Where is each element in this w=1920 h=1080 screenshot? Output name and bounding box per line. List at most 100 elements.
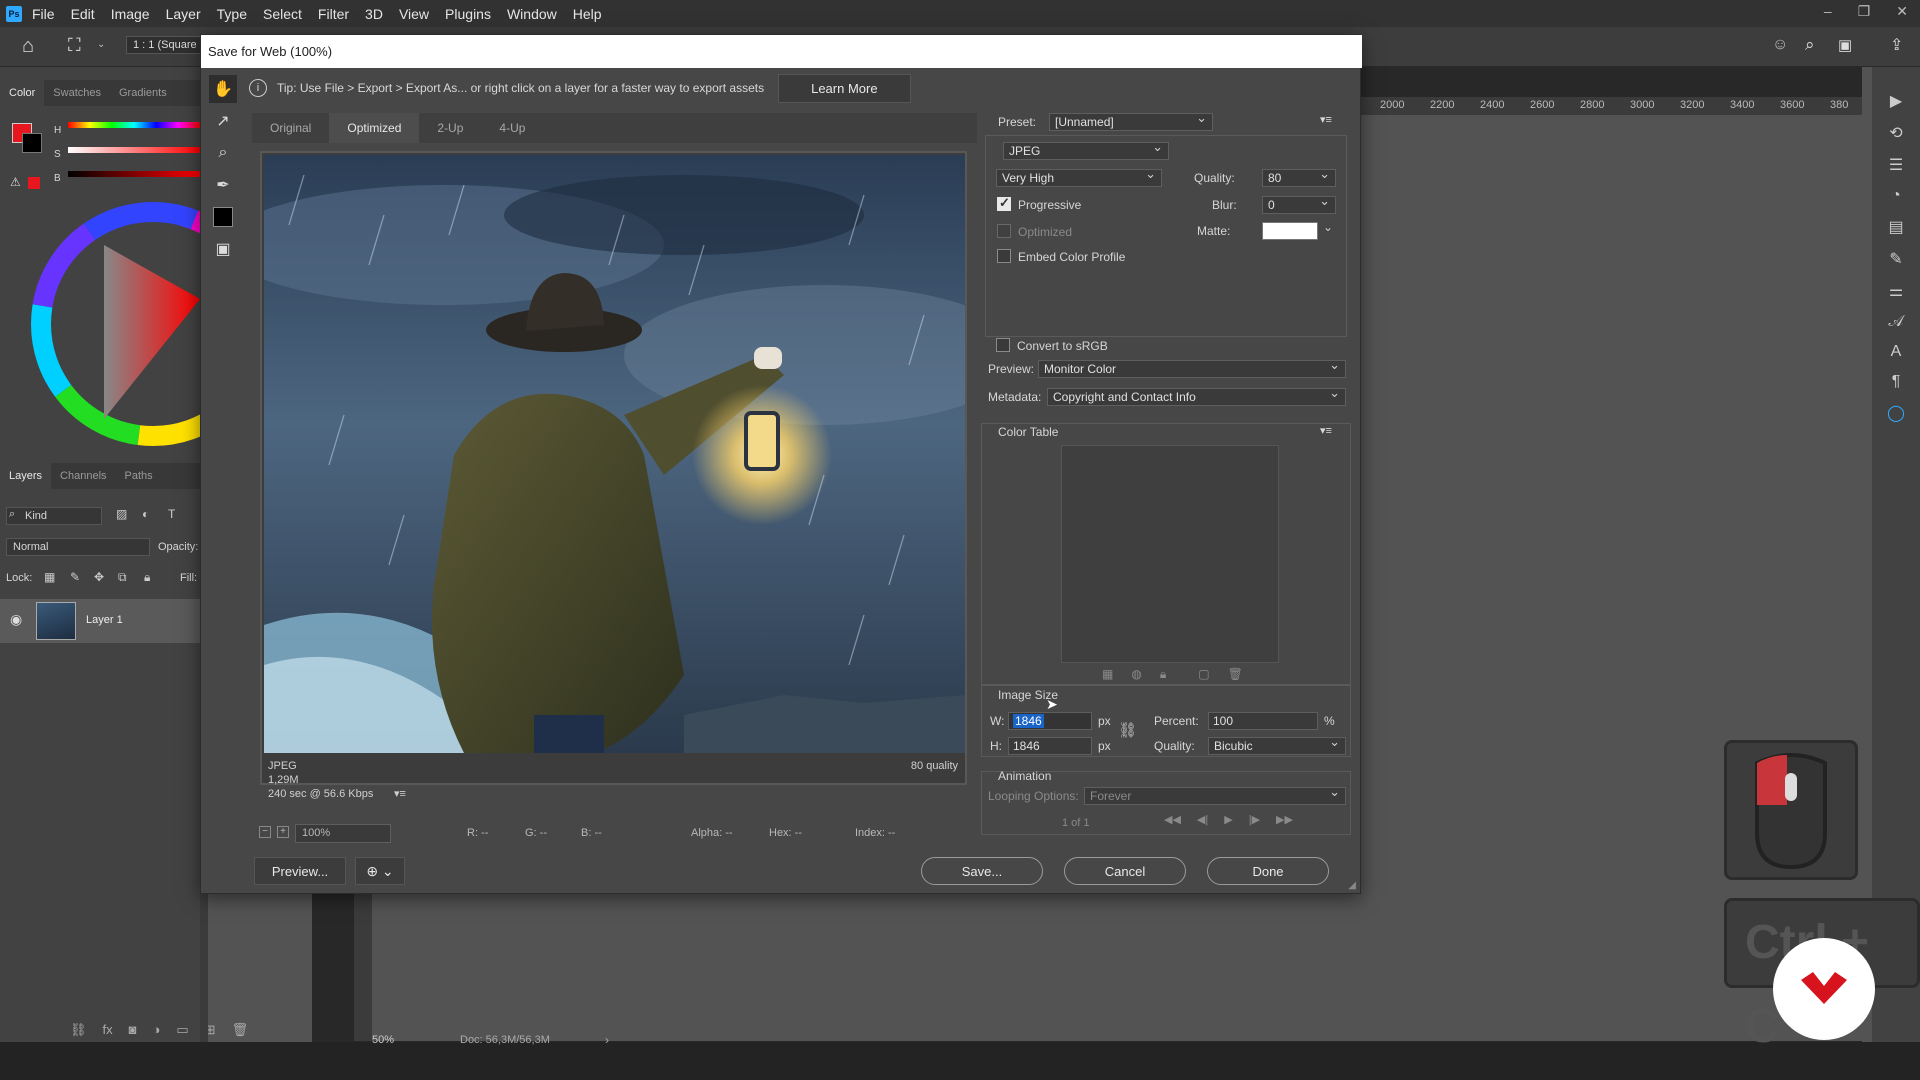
- minimize-icon[interactable]: –: [1824, 3, 1832, 20]
- menu-filter[interactable]: Filter: [318, 6, 349, 22]
- lock-paint-icon[interactable]: ✎: [70, 570, 80, 584]
- lock-artboard-icon[interactable]: ⧉: [118, 570, 127, 585]
- play-icon[interactable]: ▶: [1890, 91, 1902, 111]
- gamut-swatch[interactable]: [28, 177, 40, 189]
- blend-mode-select[interactable]: Normal: [6, 538, 150, 556]
- zoom-out-icon[interactable]: −: [259, 826, 271, 838]
- next-frame-icon[interactable]: |▶: [1249, 813, 1260, 826]
- percent-input[interactable]: 100: [1208, 712, 1318, 730]
- color-wheel[interactable]: [28, 199, 200, 449]
- preview-button[interactable]: Preview...: [254, 857, 346, 885]
- crop-ratio-select[interactable]: 1 : 1 (Square: [126, 36, 204, 54]
- tab-layers[interactable]: Layers: [0, 463, 52, 489]
- chevron-down-icon[interactable]: ⌄: [97, 39, 105, 50]
- tab-color[interactable]: Color: [0, 80, 45, 106]
- search-icon[interactable]: ⌕: [1805, 35, 1815, 55]
- progressive-checkbox[interactable]: [997, 195, 1011, 211]
- chevron-right-icon[interactable]: ›: [605, 1033, 609, 1047]
- brush-icon[interactable]: ✎: [1889, 249, 1902, 269]
- adjustments-icon[interactable]: ☰: [1889, 155, 1903, 175]
- layer-name[interactable]: Layer 1: [86, 614, 123, 626]
- new-color-icon[interactable]: ▢: [1198, 667, 1209, 682]
- tab-swatches[interactable]: Swatches: [44, 87, 110, 99]
- type-filter-icon[interactable]: T: [168, 507, 175, 521]
- mask-icon[interactable]: ◙: [129, 1022, 137, 1038]
- web-shift-icon[interactable]: ◍: [1131, 667, 1141, 682]
- libraries-icon[interactable]: ▤: [1888, 217, 1903, 237]
- menu-select[interactable]: Select: [263, 6, 302, 22]
- menu-plugins[interactable]: Plugins: [445, 6, 491, 22]
- tab-paths[interactable]: Paths: [116, 470, 162, 482]
- menu-image[interactable]: Image: [111, 6, 150, 22]
- brightness-slider[interactable]: [68, 171, 200, 177]
- glyphs-icon[interactable]: 𝒜: [1888, 313, 1903, 331]
- preview-menu-icon[interactable]: ▾≡: [394, 787, 406, 801]
- metadata-select[interactable]: Copyright and Contact Info: [1047, 385, 1346, 406]
- optimized-preview[interactable]: JPEG 1,29M 240 sec @ 56.6 Kbps 80 qualit…: [260, 151, 967, 800]
- slice-select-icon[interactable]: ↗: [209, 107, 237, 135]
- zoom-in-icon[interactable]: +: [277, 826, 289, 838]
- preset-select[interactable]: [Unnamed]: [1049, 110, 1213, 131]
- color-table-grid[interactable]: [1061, 445, 1279, 663]
- zoom-tool-icon[interactable]: ⌕: [209, 139, 237, 167]
- preview-color-select[interactable]: Monitor Color: [1038, 357, 1346, 378]
- eyedropper-color-swatch[interactable]: [209, 203, 237, 231]
- workspace-icon[interactable]: ▣: [1838, 36, 1852, 54]
- tab-4up[interactable]: 4-Up: [481, 113, 543, 143]
- layer-style-icon[interactable]: fx: [103, 1022, 113, 1038]
- menu-edit[interactable]: Edit: [71, 6, 95, 22]
- browser-preview-icon[interactable]: ⊕ ⌄: [355, 857, 405, 885]
- first-frame-icon[interactable]: ◀◀: [1164, 813, 1181, 826]
- tab-channels[interactable]: Channels: [51, 470, 115, 482]
- prev-frame-icon[interactable]: ◀|: [1197, 813, 1208, 826]
- menu-file[interactable]: File: [32, 6, 55, 22]
- adjustment-layer-icon[interactable]: ◑: [153, 1022, 161, 1038]
- hue-slider[interactable]: [68, 122, 200, 128]
- menu-type[interactable]: Type: [217, 6, 247, 22]
- user-icon[interactable]: ☺: [1772, 36, 1788, 54]
- visibility-eye-icon[interactable]: ◉: [10, 611, 22, 628]
- embed-profile-checkbox[interactable]: [997, 249, 1011, 263]
- styles-icon[interactable]: ◔: [1891, 187, 1901, 205]
- delete-color-icon[interactable]: 🗑︎: [1228, 667, 1243, 682]
- link-constrain-icon[interactable]: ⛓: [1118, 721, 1137, 739]
- menu-view[interactable]: View: [399, 6, 429, 22]
- background-color-swatch[interactable]: [22, 133, 42, 153]
- layer-row[interactable]: ◉ Layer 1: [0, 599, 200, 643]
- height-input[interactable]: 1846: [1008, 737, 1092, 755]
- trash-icon[interactable]: 🗑︎: [232, 1022, 249, 1038]
- menu-layer[interactable]: Layer: [166, 6, 201, 22]
- color-table-menu-icon[interactable]: ▾≡: [1320, 424, 1332, 437]
- last-frame-icon[interactable]: ▶▶: [1276, 813, 1293, 826]
- matte-color-swatch[interactable]: [1262, 222, 1318, 240]
- gamut-warning-icon[interactable]: ⚠: [10, 175, 21, 189]
- saturation-slider[interactable]: [68, 147, 200, 153]
- tab-2up[interactable]: 2-Up: [419, 113, 481, 143]
- lock-transparent-icon[interactable]: ▦: [44, 570, 55, 584]
- tab-original[interactable]: Original: [252, 113, 329, 143]
- menu-window[interactable]: Window: [507, 6, 557, 22]
- circle-icon[interactable]: ◯: [1887, 403, 1905, 423]
- zoom-readout[interactable]: 50%: [372, 1034, 394, 1046]
- paragraph-icon[interactable]: ¶: [1892, 373, 1901, 391]
- blur-input[interactable]: 0: [1262, 193, 1336, 214]
- character-icon[interactable]: A: [1891, 343, 1902, 361]
- layer-kind-filter[interactable]: Kind: [6, 507, 102, 525]
- properties-icon[interactable]: ⚌: [1889, 281, 1903, 301]
- quality-input[interactable]: 80: [1262, 166, 1336, 187]
- crop-tool-icon[interactable]: ⛶: [68, 35, 81, 56]
- compression-select[interactable]: Very High: [996, 166, 1162, 187]
- map-transparent-icon[interactable]: ▦: [1102, 667, 1113, 682]
- toggle-slices-icon[interactable]: ▣: [209, 235, 237, 263]
- resize-grip-icon[interactable]: ◢: [1348, 880, 1356, 891]
- share-icon[interactable]: ⇪: [1890, 35, 1903, 55]
- group-folder-icon[interactable]: ▭: [176, 1022, 188, 1038]
- convert-srgb-checkbox[interactable]: [996, 338, 1010, 352]
- optimize-menu-icon[interactable]: ▾≡: [1320, 113, 1332, 126]
- width-input[interactable]: 1846: [1008, 712, 1092, 730]
- learn-more-button[interactable]: Learn More: [778, 73, 911, 103]
- looping-select[interactable]: Forever: [1084, 784, 1346, 805]
- home-icon[interactable]: ⌂: [22, 35, 34, 58]
- link-layers-icon[interactable]: ⛓: [70, 1022, 87, 1038]
- adjustment-filter-icon[interactable]: ◐: [142, 507, 149, 521]
